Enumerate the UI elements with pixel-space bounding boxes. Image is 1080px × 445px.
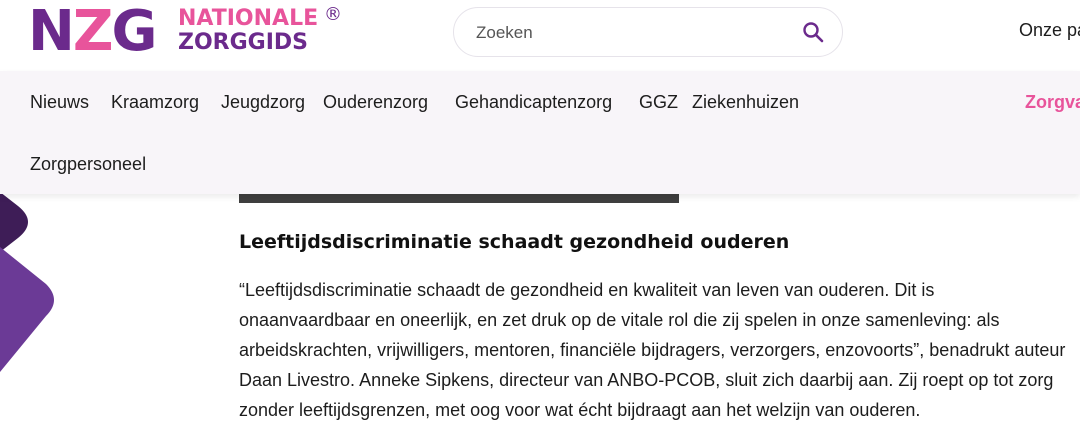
nav-item-ouderenzorg[interactable]: Ouderenzorg xyxy=(323,92,428,113)
nav-item-ziekenhuizen[interactable]: Ziekenhuizen xyxy=(692,92,799,113)
decor-dark-shape xyxy=(0,192,28,252)
nav-item-zorgpersoneel[interactable]: Zorgpersoneel xyxy=(30,154,146,175)
main-navigation: Nieuws Kraamzorg Jeugdzorg Ouderenzorg G… xyxy=(0,71,1080,194)
decor-purple-shape xyxy=(0,247,54,372)
logo-zorggids: ZORGGIDS xyxy=(178,30,309,55)
onze-link[interactable]: Onze pa xyxy=(1019,20,1080,41)
article-heading: Leeftijdsdiscriminatie schaadt gezondhei… xyxy=(239,231,790,253)
nav-item-ggz[interactable]: GGZ xyxy=(639,92,678,113)
nav-item-gehandicaptenzorg[interactable]: Gehandicaptenzorg xyxy=(455,92,612,113)
search-input[interactable] xyxy=(474,8,778,58)
logo-letter-g: G xyxy=(111,0,157,64)
article-paragraph: “Leeftijdsdiscriminatie schaadt de gezon… xyxy=(239,280,1066,420)
logo-letter-z: Z xyxy=(72,0,114,64)
header-bar: NZG NATIONALE ZORGGIDS ® Onze pa xyxy=(0,0,1080,71)
search-icon[interactable] xyxy=(802,21,824,43)
nav-item-nieuws[interactable]: Nieuws xyxy=(30,92,89,113)
logo-nationale: NATIONALE xyxy=(178,6,319,31)
nav-item-kraamzorg[interactable]: Kraamzorg xyxy=(111,92,199,113)
logo-letter-n: N xyxy=(28,0,75,64)
search-box xyxy=(453,7,843,58)
nav-item-zorgvacatures[interactable]: Zorgva xyxy=(1025,92,1080,113)
nav-item-jeugdzorg[interactable]: Jeugdzorg xyxy=(221,92,305,113)
logo-nzg: NZG xyxy=(28,0,157,64)
registered-mark: ® xyxy=(324,4,342,25)
